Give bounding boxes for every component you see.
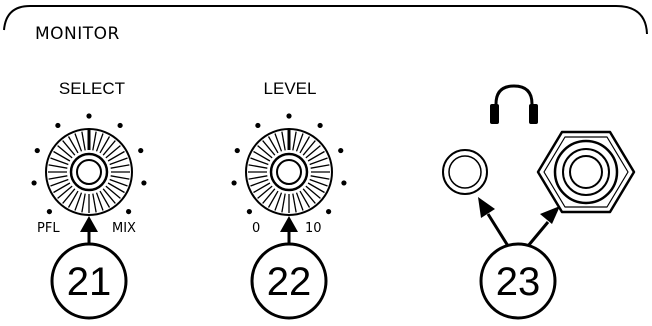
level-callout-arrow [280, 216, 298, 245]
select-knob-label: SELECT [59, 79, 125, 98]
svg-text:23: 23 [496, 260, 541, 304]
select-max-label: MIX [112, 221, 136, 236]
level-knob[interactable] [245, 128, 333, 216]
select-knob[interactable] [45, 128, 133, 216]
select-knob-group: SELECT PFL MIX 21 [31, 79, 147, 320]
panel-title: MONITOR [35, 24, 120, 44]
callout-21: 21 [50, 242, 128, 320]
level-knob-group: LEVEL 0 10 22 [231, 79, 347, 320]
select-min-label: PFL [37, 221, 60, 236]
level-min-label: 0 [252, 221, 260, 236]
monitor-panel-diagram: MONITOR SELECT PFL MIX 21 LEVEL 0 10 22 … [0, 0, 652, 326]
callout-22: 22 [250, 242, 328, 320]
svg-text:22: 22 [267, 260, 312, 304]
select-callout-arrow [80, 216, 98, 245]
svg-text:21: 21 [67, 260, 112, 304]
jack-callout-arrows [478, 197, 560, 247]
quarter-inch-headphone-jack[interactable] [536, 130, 636, 214]
callout-23: 23 [479, 242, 557, 320]
mini-headphone-jack[interactable] [442, 149, 488, 195]
level-max-label: 10 [305, 221, 322, 236]
headphones-icon [490, 84, 538, 124]
level-knob-label: LEVEL [264, 79, 317, 98]
headphone-output-group: 23 [442, 84, 636, 320]
diagram-canvas: MONITOR SELECT PFL MIX 21 LEVEL 0 10 22 … [3, 5, 648, 320]
